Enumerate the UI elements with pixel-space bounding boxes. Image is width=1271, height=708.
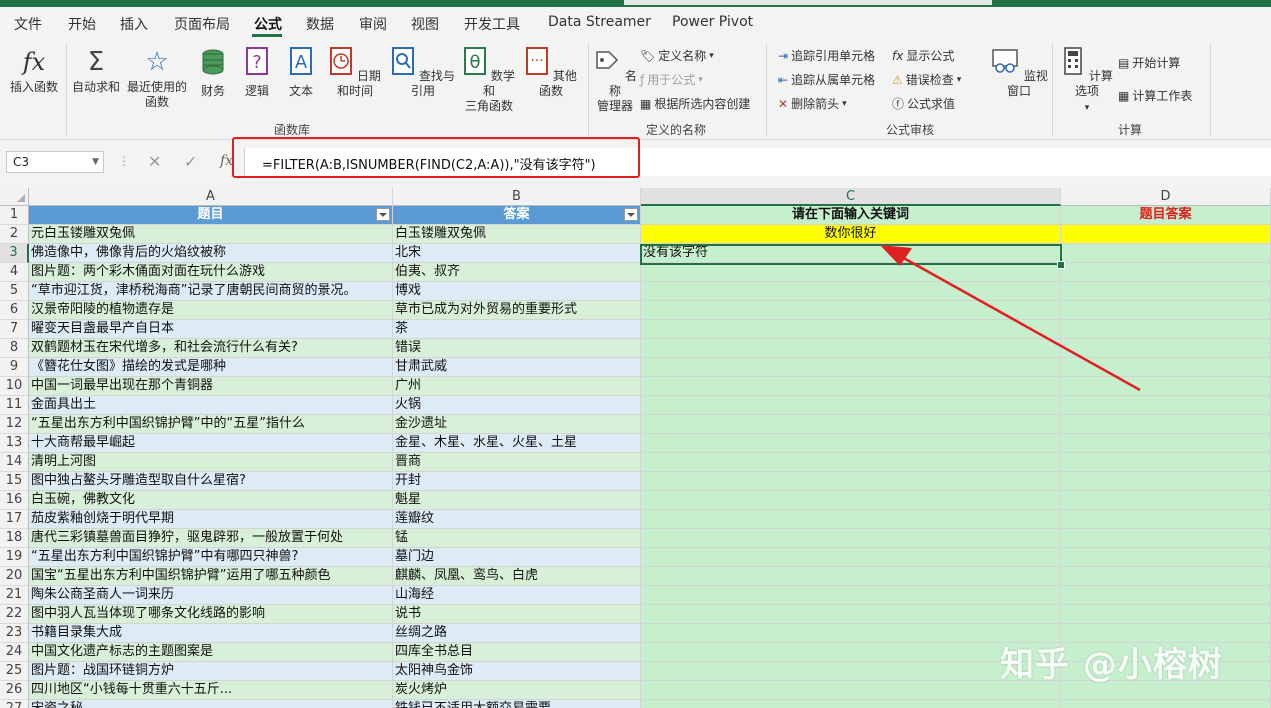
watermark: 知乎 @小榕树 (1000, 645, 1223, 685)
annotation-arrow (880, 245, 1141, 392)
